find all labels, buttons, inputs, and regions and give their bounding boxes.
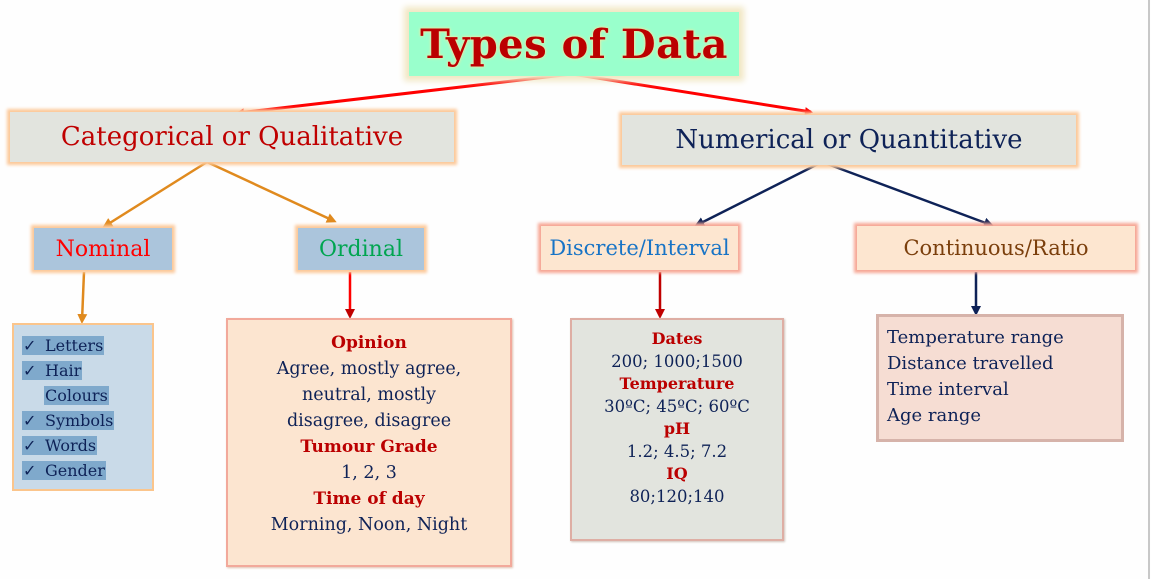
group-heading: IQ: [666, 464, 688, 483]
discrete-examples-box: Dates 200; 1000;1500 Temperature 30ºC; 4…: [570, 318, 784, 541]
group-heading: Temperature: [619, 374, 735, 393]
group-line: disagree, disagree: [286, 411, 452, 431]
check-icon: ✓: [23, 361, 37, 380]
group-line: 30ºC; 45ºC; 60ºC: [604, 396, 750, 416]
arrow-categorical-to-ordinal: [206, 160, 337, 223]
discrete-box: Discrete/Interval: [541, 226, 738, 270]
group-line: neutral, mostly: [301, 385, 437, 405]
list-item: ✓ Words: [22, 433, 152, 458]
list-item: ✓ Symbols: [22, 408, 152, 433]
group-heading: pH: [663, 419, 691, 438]
group-line: 80;120;140: [629, 486, 725, 506]
continuous-box: Continuous/Ratio: [857, 226, 1135, 270]
group-line: 1, 2, 3: [341, 463, 397, 483]
group-line: Agree, mostly agree,: [276, 359, 462, 379]
group-line: Morning, Noon, Night: [270, 515, 468, 535]
arrow-numerical-to-discrete: [694, 160, 823, 227]
ordinal-examples-box: Opinion Agree, mostly agree, neutral, mo…: [226, 318, 512, 567]
arrow-categorical-to-nominal: [102, 160, 208, 228]
ordinal-label: Ordinal: [319, 236, 403, 262]
discrete-label: Discrete/Interval: [549, 236, 730, 260]
list-item: Age range: [887, 405, 981, 426]
group-heading: Time of day: [313, 489, 425, 509]
categorical-label: Categorical or Qualitative: [60, 122, 404, 152]
continuous-examples-box: Temperature range Distance travelled Tim…: [876, 314, 1124, 442]
continuous-label: Continuous/Ratio: [903, 236, 1089, 260]
list-item: ✓ Hair: [22, 358, 152, 383]
arrow-title-to-numerical: [571, 72, 813, 116]
arrow-title-to-categorical: [236, 72, 573, 117]
numerical-box: Numerical or Quantitative: [622, 115, 1076, 165]
page-edge-rule: [1148, 0, 1150, 579]
check-icon: ✓: [23, 411, 37, 430]
title-box: Types of Data: [409, 12, 739, 76]
group-heading: Dates: [651, 329, 703, 348]
diagram-title: Types of Data: [420, 20, 728, 68]
categorical-box: Categorical or Qualitative: [10, 112, 454, 162]
numerical-label: Numerical or Quantitative: [675, 125, 1023, 155]
nominal-label: Nominal: [55, 236, 151, 262]
list-item: Time interval: [887, 379, 1009, 400]
check-icon: ✓: [23, 336, 37, 355]
list-item: Temperature range: [887, 327, 1064, 348]
check-icon: ✓: [23, 436, 37, 455]
group-heading: Opinion: [331, 333, 407, 353]
arrow-numerical-to-continuous: [821, 160, 994, 228]
list-item: ✓ Gender: [22, 458, 152, 483]
ordinal-box: Ordinal: [298, 228, 424, 270]
group-line: 200; 1000;1500: [611, 351, 743, 371]
arrow-nominal-to-list: [77, 271, 88, 324]
nominal-box: Nominal: [34, 228, 172, 270]
list-item: ✓ Letters: [22, 333, 152, 358]
list-item: Distance travelled: [887, 353, 1054, 374]
list-item-continuation: Colours: [44, 386, 109, 405]
nominal-examples-list: ✓ Letters ✓ Hair Colours ✓ Symbols ✓ Words ✓…: [12, 323, 154, 491]
check-icon: ✓: [23, 461, 37, 480]
group-line: 1.2; 4.5; 7.2: [626, 441, 728, 461]
group-heading: Tumour Grade: [300, 437, 438, 457]
